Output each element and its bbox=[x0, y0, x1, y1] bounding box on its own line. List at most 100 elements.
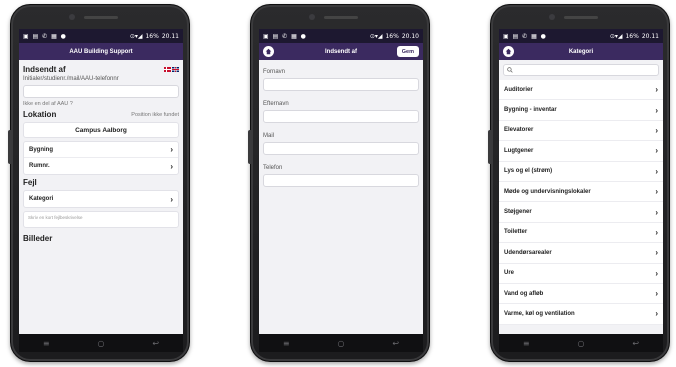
category-list: Auditorier › Bygning - inventar › Elevatorer… bbox=[499, 80, 663, 325]
description-placeholder: Skriv en kort fejlbeskrivelse bbox=[28, 215, 83, 220]
category-label: Varme, køl og ventilation bbox=[504, 310, 575, 317]
app-bar: Indsendt af Gem bbox=[259, 43, 423, 60]
category-item[interactable]: Elevatorer › bbox=[499, 121, 663, 142]
description-input[interactable]: Skriv en kort fejlbeskrivelse bbox=[23, 211, 179, 228]
initials-hint: Initialer/studienr./mail/AAU-telefonnr bbox=[23, 76, 119, 82]
category-item[interactable]: Vand og afløb › bbox=[499, 284, 663, 305]
category-item[interactable]: Lys og el (strøm) › bbox=[499, 162, 663, 182]
room-select[interactable]: Rumnr. › bbox=[24, 158, 178, 174]
category-label: Auditorier bbox=[504, 86, 533, 93]
front-camera bbox=[549, 14, 555, 20]
back-icon[interactable]: ↩ bbox=[632, 339, 639, 348]
back-icon[interactable]: ↩ bbox=[152, 339, 159, 348]
chevron-right-icon: › bbox=[170, 161, 173, 171]
category-item[interactable]: Ure › bbox=[499, 264, 663, 284]
screen-report-form: ▣ ▤ ✆ ▦ ● ⊙▾◢ 16% 20.11 AAU Building Sup… bbox=[19, 29, 183, 334]
submitted-by-heading: Indsendt af bbox=[23, 65, 66, 74]
category-item[interactable]: Møde og undervisningslokaler › bbox=[499, 182, 663, 203]
chevron-right-icon: › bbox=[655, 125, 658, 135]
category-label: Bygning - inventar bbox=[504, 107, 557, 114]
not-aau-link[interactable]: Ikke en del af AAU ? bbox=[23, 101, 179, 107]
side-button bbox=[248, 130, 251, 164]
home-nav-icon[interactable]: ○ bbox=[97, 339, 104, 348]
front-camera bbox=[69, 14, 75, 20]
menu-icon[interactable]: ≡ bbox=[523, 339, 530, 348]
clock: 20.10 bbox=[401, 32, 419, 40]
search-input[interactable] bbox=[503, 64, 659, 76]
home-nav-icon[interactable]: ○ bbox=[577, 339, 584, 348]
location-heading: Lokation bbox=[23, 110, 57, 119]
side-button bbox=[488, 130, 491, 164]
category-label: Lugtgener bbox=[504, 147, 534, 154]
first-name-label: Fornavn bbox=[263, 69, 286, 75]
category-item[interactable]: Udendørsarealer › bbox=[499, 243, 663, 264]
front-camera bbox=[309, 14, 315, 20]
page-title: Kategori bbox=[568, 48, 594, 55]
category-label: Toiletter bbox=[504, 229, 528, 236]
images-heading: Billeder bbox=[23, 234, 53, 243]
first-name-input[interactable] bbox=[263, 78, 419, 91]
home-icon bbox=[265, 48, 272, 55]
chevron-right-icon: › bbox=[655, 309, 658, 319]
notification-icons: ▣ ▤ ✆ ▦ ● bbox=[263, 32, 307, 40]
signal-icon: ⊙▾◢ bbox=[369, 32, 383, 40]
category-item[interactable]: Toiletter › bbox=[499, 223, 663, 244]
page-title: Indsendt af bbox=[324, 48, 357, 55]
signal-icon: ⊙▾◢ bbox=[609, 32, 623, 40]
home-icon bbox=[505, 48, 512, 55]
category-select[interactable]: Kategori › bbox=[24, 191, 178, 207]
battery-level: 16% bbox=[625, 32, 639, 40]
email-input[interactable] bbox=[263, 142, 419, 155]
position-status: Position ikke fundet bbox=[131, 111, 179, 118]
last-name-input[interactable] bbox=[263, 110, 419, 123]
chevron-right-icon: › bbox=[655, 248, 658, 258]
screen-submitter-form: ▣ ▤ ✆ ▦ ● ⊙▾◢ 16% 20.10 Indsendt af Gem … bbox=[259, 29, 423, 334]
home-button[interactable] bbox=[503, 46, 514, 57]
search-icon bbox=[507, 67, 513, 73]
email-label: Mail bbox=[263, 133, 275, 139]
save-button[interactable]: Gem bbox=[396, 46, 419, 57]
language-switch[interactable] bbox=[164, 67, 179, 72]
menu-icon[interactable]: ≡ bbox=[283, 339, 290, 348]
phone-frame: ▣ ▤ ✆ ▦ ● ⊙▾◢ 16% 20.11 AAU Building Sup… bbox=[8, 4, 190, 362]
android-nav-bar: ≡ ○ ↩ bbox=[19, 334, 183, 352]
category-label: Vand og afløb bbox=[504, 290, 544, 297]
category-item[interactable]: Auditorier › bbox=[499, 80, 663, 101]
home-button[interactable] bbox=[263, 46, 274, 57]
category-item[interactable]: Støjgener › bbox=[499, 202, 663, 223]
category-label: Lys og el (strøm) bbox=[504, 168, 553, 175]
phone-frame: ▣ ▤ ✆ ▦ ● ⊙▾◢ 16% 20.11 Kategori Auditor… bbox=[488, 4, 670, 362]
chevron-right-icon: › bbox=[655, 166, 658, 176]
phone-input[interactable] bbox=[263, 174, 419, 187]
category-label: Elevatorer bbox=[504, 127, 534, 134]
danish-flag-icon[interactable] bbox=[164, 67, 171, 72]
category-item[interactable]: Bygning - inventar › bbox=[499, 100, 663, 121]
page-title: AAU Building Support bbox=[69, 48, 133, 55]
status-bar: ▣ ▤ ✆ ▦ ● ⊙▾◢ 16% 20.10 bbox=[259, 29, 423, 43]
speaker bbox=[84, 16, 118, 19]
chevron-right-icon: › bbox=[655, 289, 658, 299]
location-list: Bygning › Rumnr. › bbox=[23, 141, 179, 175]
signal-icon: ⊙▾◢ bbox=[129, 32, 143, 40]
app-bar: Kategori bbox=[499, 43, 663, 60]
screen-category-list: ▣ ▤ ✆ ▦ ● ⊙▾◢ 16% 20.11 Kategori Auditor… bbox=[499, 29, 663, 334]
back-icon[interactable]: ↩ bbox=[392, 339, 399, 348]
category-list: Kategori › bbox=[23, 190, 179, 208]
error-heading: Fejl bbox=[23, 178, 37, 187]
home-nav-icon[interactable]: ○ bbox=[337, 339, 344, 348]
clock: 20.11 bbox=[641, 32, 659, 40]
phone-frame: ▣ ▤ ✆ ▦ ● ⊙▾◢ 16% 20.10 Indsendt af Gem … bbox=[248, 4, 430, 362]
initials-input[interactable] bbox=[23, 85, 179, 98]
menu-icon[interactable]: ≡ bbox=[43, 339, 50, 348]
english-flag-icon[interactable] bbox=[172, 67, 179, 72]
category-item[interactable]: Varme, køl og ventilation › bbox=[499, 304, 663, 325]
category-label: Ure bbox=[504, 270, 515, 277]
category-item[interactable]: Lugtgener › bbox=[499, 141, 663, 162]
building-select[interactable]: Bygning › bbox=[24, 142, 178, 158]
campus-select[interactable]: Campus Aalborg bbox=[23, 122, 179, 138]
chevron-right-icon: › bbox=[655, 85, 658, 95]
category-label: Udendørsarealer bbox=[504, 249, 552, 256]
phone-label: Telefon bbox=[263, 165, 283, 171]
chevron-right-icon: › bbox=[655, 227, 658, 237]
battery-level: 16% bbox=[385, 32, 399, 40]
